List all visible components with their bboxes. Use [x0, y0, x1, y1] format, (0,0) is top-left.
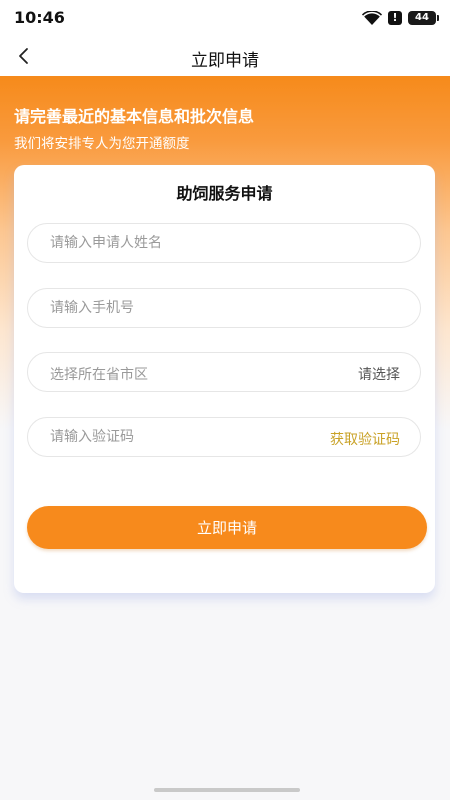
- application-form-card: 助饲服务申请 选择所在省市区 请选择 获取验证码 立即申请: [14, 165, 435, 593]
- status-time: 10:46: [14, 8, 65, 27]
- page: 10:46 ! 44 立即申请 请完善最近的基本信息和批次信息 我们将安排专人为…: [0, 0, 450, 800]
- page-title: 立即申请: [191, 51, 259, 71]
- status-bar: 10:46 ! 44: [0, 0, 450, 36]
- nav-bar: 立即申请: [0, 36, 450, 76]
- get-code-button[interactable]: 获取验证码: [330, 429, 400, 449]
- form-title: 助饲服务申请: [176, 184, 273, 203]
- name-input[interactable]: [50, 224, 300, 262]
- intro-title: 请完善最近的基本信息和批次信息: [14, 107, 255, 126]
- phone-input[interactable]: [50, 289, 300, 327]
- code-field: 获取验证码: [27, 417, 421, 457]
- battery-icon: 44: [408, 11, 439, 25]
- intro-subtitle: 我们将安排专人为您开通额度: [14, 136, 190, 152]
- home-indicator: [154, 788, 300, 792]
- wifi-icon: [362, 10, 382, 26]
- status-icons: ! 44: [362, 9, 439, 27]
- region-label: 选择所在省市区: [50, 367, 148, 383]
- phone-field: [27, 288, 421, 328]
- submit-button[interactable]: 立即申请: [27, 506, 427, 549]
- alert-icon: !: [388, 11, 402, 25]
- region-select[interactable]: 选择所在省市区 请选择: [27, 352, 421, 392]
- verification-code-input[interactable]: [50, 418, 300, 456]
- region-select-action[interactable]: 请选择: [358, 364, 400, 384]
- name-field: [27, 223, 421, 263]
